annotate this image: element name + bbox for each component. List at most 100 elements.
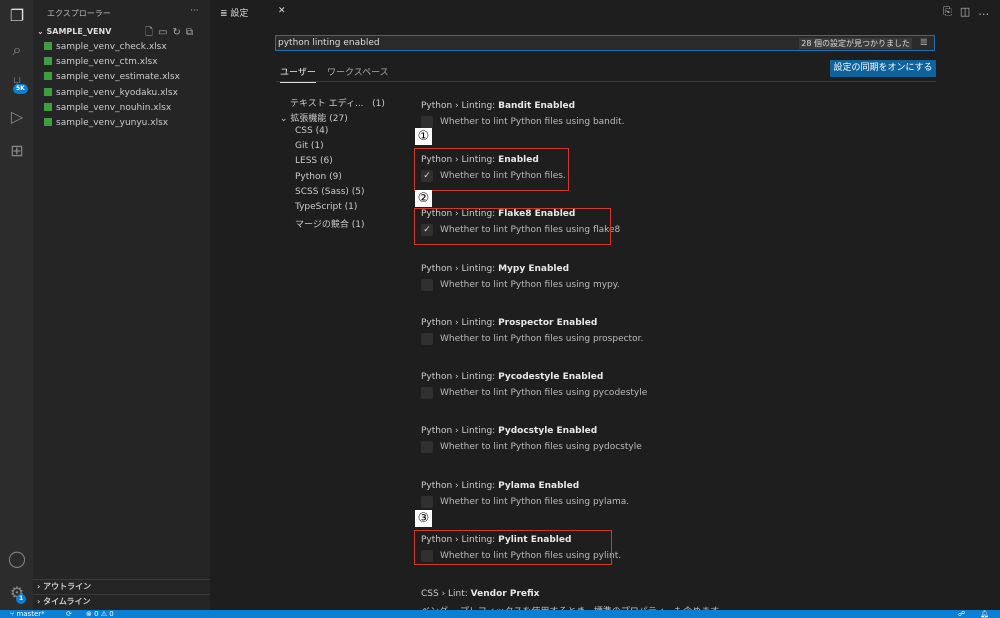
explorer-icon[interactable]: ❐ — [6, 5, 28, 27]
setting-item: Python › Linting: Pycodestyle Enabled Wh… — [421, 372, 981, 399]
more-icon[interactable]: … — [978, 5, 997, 18]
toc-item[interactable]: マージの競合 (1) — [295, 217, 364, 230]
run-debug-icon[interactable]: ▷ — [6, 106, 28, 128]
excel-file-icon — [44, 103, 52, 111]
warning-count: 0 — [109, 610, 114, 618]
setting-checkbox[interactable] — [421, 387, 433, 399]
annotation-label-2: ② — [415, 190, 432, 207]
branch-indicator[interactable]: ⑂ master* — [10, 610, 45, 618]
setting-description: Whether to lint Python files using pycod… — [421, 387, 981, 399]
setting-title: Python › Linting: Bandit Enabled — [421, 101, 576, 111]
account-icon[interactable]: ◯ — [6, 548, 28, 570]
annotation-box-1 — [414, 148, 569, 191]
folder-header[interactable]: ⌄ SAMPLE_VENV — [37, 27, 111, 36]
search-result-count: 28 個の設定が見つかりました — [799, 38, 912, 49]
annotation-label-1: ① — [415, 128, 432, 145]
file-item[interactable]: sample_venv_nouhin.xlsx — [44, 103, 171, 113]
activity-bar: ❐ ⌕ ⑂ 5K ▷ ⊞ ◯ ⚙ 1 — [0, 0, 33, 610]
outline-panel[interactable]: › アウトライン — [33, 579, 210, 594]
collapse-all-icon[interactable]: ⧉ — [186, 27, 198, 38]
excel-file-icon — [44, 42, 52, 50]
toc-item[interactable]: CSS (4) — [295, 126, 328, 136]
setting-description: Whether to lint Python files using prosp… — [421, 333, 981, 345]
annotation-box-2 — [414, 208, 611, 245]
toc-item[interactable]: LESS (6) — [295, 156, 333, 166]
setting-item: Python › Linting: Bandit Enabled Whether… — [421, 101, 981, 128]
file-item[interactable]: sample_venv_check.xlsx — [44, 42, 167, 52]
setting-title: Python › Linting: Pylama Enabled — [421, 481, 580, 491]
extensions-icon[interactable]: ⊞ — [6, 140, 28, 162]
settings-tab[interactable]: ≣ 設定 — [220, 6, 248, 19]
divider — [276, 81, 936, 82]
refresh-icon[interactable]: ↻ — [173, 27, 186, 38]
file-name: sample_venv_yunyu.xlsx — [56, 118, 169, 128]
excel-file-icon — [44, 88, 52, 96]
annotation-label-3: ③ — [415, 510, 432, 527]
setting-description: Whether to lint Python files using pylam… — [421, 496, 981, 508]
explorer-sidebar: エクスプローラー ··· ⌄ SAMPLE_VENV 🗋▭↻⧉ sample_v… — [33, 0, 210, 610]
search-value: python linting enabled — [278, 38, 380, 48]
excel-file-icon — [44, 118, 52, 126]
file-name: sample_venv_nouhin.xlsx — [56, 103, 172, 113]
setting-title: Python › Linting: Prospector Enabled — [421, 318, 598, 328]
tab-workspace[interactable]: ワークスペース — [327, 65, 389, 78]
open-json-icon[interactable]: ⎘ — [943, 5, 960, 18]
setting-description: Whether to lint Python files using pydoc… — [421, 441, 981, 453]
file-item[interactable]: sample_venv_kyodaku.xlsx — [44, 88, 178, 98]
settings-tab-icon: ≣ — [220, 9, 231, 19]
file-item[interactable]: sample_venv_estimate.xlsx — [44, 72, 180, 82]
annotation-box-3 — [414, 530, 612, 565]
toc-item[interactable]: SCSS (Sass) (5) — [295, 187, 365, 197]
file-name: sample_venv_estimate.xlsx — [56, 72, 180, 82]
setting-checkbox[interactable] — [421, 496, 433, 508]
tab-label: 設定 — [230, 9, 249, 19]
toc-item[interactable]: Python (9) — [295, 172, 342, 182]
sync-settings-button[interactable]: 設定の同期をオンにする — [830, 60, 936, 77]
editor-actions: ⎘◫… — [943, 5, 997, 19]
file-item[interactable]: sample_venv_yunyu.xlsx — [44, 118, 168, 128]
editor-tab-bar: ≣ 設定 ✕ ⎘◫… — [210, 0, 1000, 24]
setting-checkbox[interactable] — [421, 333, 433, 345]
folder-name: SAMPLE_VENV — [46, 27, 112, 36]
setting-item: Python › Linting: Pydocstyle Enabled Whe… — [421, 426, 981, 453]
branch-name: master* — [16, 610, 45, 618]
setting-checkbox[interactable] — [421, 116, 433, 128]
source-control-badge: 5K — [13, 84, 28, 94]
feedback-icon[interactable]: ☍ — [958, 610, 965, 618]
setting-description: Whether to lint Python files using bandi… — [421, 116, 981, 128]
toc-item[interactable]: ⌄ 拡張機能 (27) — [280, 111, 348, 124]
search-icon[interactable]: ⌕ — [6, 39, 28, 61]
explorer-title: エクスプローラー — [47, 9, 111, 18]
setting-item: Python › Linting: Prospector Enabled Whe… — [421, 318, 981, 345]
excel-file-icon — [44, 72, 52, 80]
problems-indicator[interactable]: ⊗ 0 ⚠ 0 — [86, 610, 114, 618]
timeline-panel[interactable]: › タイムライン — [33, 594, 210, 609]
status-bar: ⑂ master* ⟳ ⊗ 0 ⚠ 0 ☍ 🔔︎ — [0, 610, 1000, 618]
settings-search-input[interactable]: python linting enabled 28 個の設定が見つかりました ≣ — [275, 35, 935, 51]
sync-icon[interactable]: ⟳ — [66, 610, 72, 618]
clear-filter-icon[interactable]: ≣ — [920, 37, 928, 48]
new-folder-icon[interactable]: ▭ — [158, 27, 172, 38]
explorer-actions: 🗋▭↻⧉ — [145, 25, 198, 42]
outline-label: アウトライン — [43, 582, 92, 591]
setting-title: CSS › Lint: Vendor Prefix — [421, 589, 540, 599]
setting-item: Python › Linting: Mypy Enabled Whether t… — [421, 264, 981, 291]
setting-title: Python › Linting: Pycodestyle Enabled — [421, 372, 604, 382]
close-tab-button[interactable]: ✕ — [278, 6, 286, 16]
more-actions-button[interactable]: ··· — [190, 6, 199, 16]
timeline-label: タイムライン — [43, 597, 91, 606]
toc-item[interactable]: TypeScript (1) — [295, 202, 357, 212]
file-item[interactable]: sample_venv_ctm.xlsx — [44, 57, 158, 67]
file-name: sample_venv_ctm.xlsx — [56, 57, 158, 67]
setting-description: Whether to lint Python files using mypy. — [421, 279, 981, 291]
setting-checkbox[interactable] — [421, 441, 433, 453]
split-editor-icon[interactable]: ◫ — [960, 5, 978, 18]
notifications-icon[interactable]: 🔔︎ — [980, 610, 989, 618]
setting-title: Python › Linting: Pydocstyle Enabled — [421, 426, 598, 436]
file-name: sample_venv_check.xlsx — [56, 42, 167, 52]
new-file-icon[interactable]: 🗋 — [145, 27, 158, 38]
error-count: 0 — [94, 610, 99, 618]
toc-item[interactable]: テキスト エディ... (1) — [290, 96, 385, 109]
setting-checkbox[interactable] — [421, 279, 433, 291]
toc-item[interactable]: Git (1) — [295, 141, 324, 151]
